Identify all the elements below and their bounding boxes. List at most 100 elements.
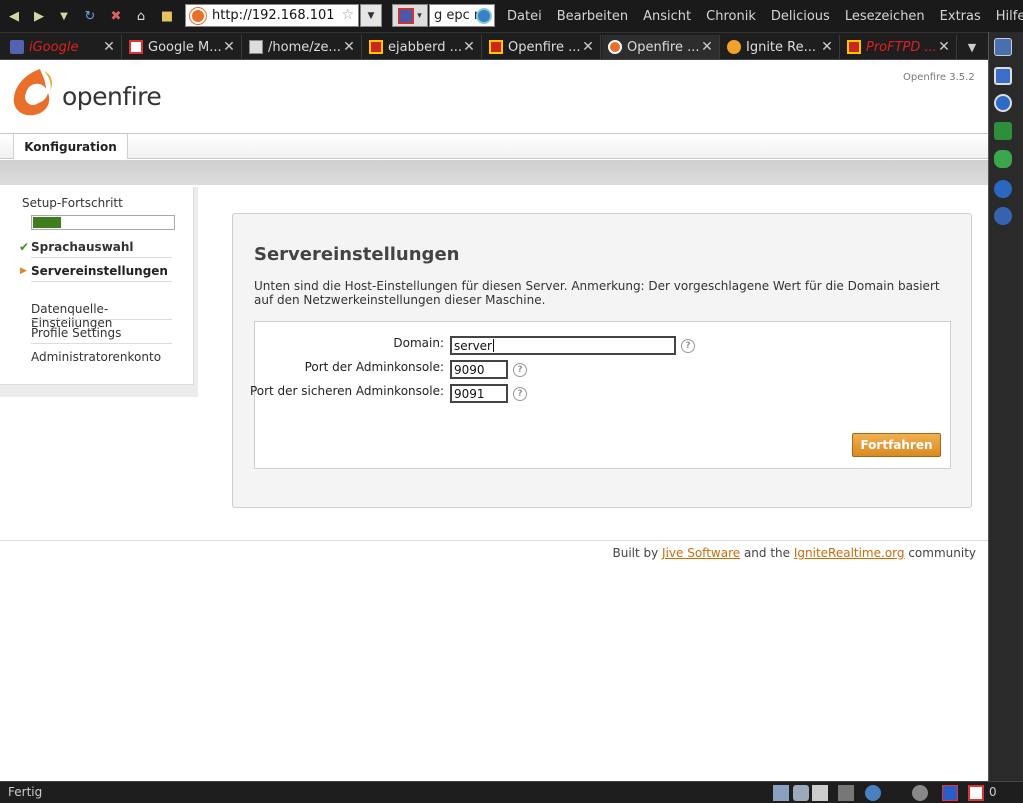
help-icon[interactable]: ?: [513, 363, 527, 377]
reload-icon[interactable]: ↻: [78, 4, 102, 28]
back-icon[interactable]: ◀: [2, 4, 26, 28]
tab-ignite[interactable]: Ignite Re... ✕: [721, 35, 840, 59]
igoogle-icon: [10, 40, 24, 54]
page-title: Servereinstellungen: [254, 244, 460, 265]
home-icon[interactable]: ⌂: [129, 4, 153, 28]
close-icon[interactable]: ✕: [102, 39, 116, 55]
tab-openfire-1[interactable]: Openfire ... ✕: [483, 35, 601, 59]
tab-openfire-2[interactable]: Openfire ... ✕: [602, 35, 720, 59]
search-input[interactable]: g epc r: [429, 4, 495, 27]
divider: [31, 319, 172, 320]
search-engine-selector[interactable]: ▾: [392, 4, 428, 27]
top-navigation: Konfiguration: [0, 133, 988, 159]
page-description: Unten sind die Host-Einstellungen für di…: [254, 279, 940, 307]
divider: [31, 343, 172, 344]
footer-divider: [0, 540, 988, 541]
browser-toolbar: ◀ ▶ ▼ ↻ ✖ ⌂ ■ http://192.168.101 ☆ ▼ ▾ g…: [0, 0, 1023, 32]
sidebar-toggle-icon[interactable]: [994, 38, 1012, 56]
help-icon[interactable]: ?: [681, 339, 695, 353]
network-icon[interactable]: [865, 785, 881, 801]
history-icon[interactable]: [994, 94, 1012, 112]
menu-hilfe[interactable]: Hilfe: [996, 9, 1023, 24]
ejabberd-icon: [369, 40, 383, 54]
tab-label: Openfire ...: [508, 39, 581, 55]
menu-delicious[interactable]: Delicious: [771, 9, 830, 24]
step-datenquelle[interactable]: Datenquelle- Einstellungen: [31, 288, 112, 330]
status-bar: Fertig 0: [0, 781, 1023, 803]
window-icon[interactable]: [773, 785, 789, 801]
tab-ejabberd[interactable]: ejabberd ... ✕: [363, 35, 482, 59]
admin-port-field[interactable]: 9090: [450, 360, 508, 379]
step-profile-settings[interactable]: Profile Settings: [31, 326, 121, 340]
site-favicon-icon: [190, 8, 206, 24]
web-page: openfire Openfire 3.5.2 Konfiguration Se…: [0, 60, 988, 781]
close-icon[interactable]: ✕: [937, 39, 951, 55]
domain-field[interactable]: server: [450, 336, 676, 355]
openfire-icon: [489, 40, 503, 54]
tab-home-folder[interactable]: /home/ze... ✕: [243, 35, 362, 59]
snowflake-icon[interactable]: [793, 785, 809, 801]
divider: [31, 257, 172, 258]
s-addon-icon[interactable]: [942, 785, 958, 801]
close-icon[interactable]: ✕: [700, 39, 714, 55]
chevron-down-icon: ▾: [417, 10, 422, 21]
tab-list-icon[interactable]: ▼: [960, 37, 984, 57]
help-icon[interactable]: ?: [513, 387, 527, 401]
addons-icon[interactable]: [994, 150, 1012, 168]
tab-label: /home/ze...: [268, 39, 341, 55]
footer-middle: and the: [740, 546, 794, 560]
mail-icon[interactable]: [812, 785, 828, 801]
setup-progress-bar: [31, 215, 175, 230]
secure-admin-port-field[interactable]: 9091: [450, 384, 508, 403]
stop-icon[interactable]: ✖: [104, 4, 128, 28]
url-bar[interactable]: http://192.168.101 ☆: [185, 4, 359, 27]
downloads-icon[interactable]: [994, 122, 1012, 140]
footer: Built by Jive Software and the IgniteRea…: [612, 546, 976, 560]
history-dropdown-icon[interactable]: ▼: [52, 4, 76, 28]
menu-lesezeichen[interactable]: Lesezeichen: [845, 9, 925, 24]
tab-proftpd[interactable]: ProFTPD ... ✕: [841, 35, 957, 59]
pen-icon[interactable]: [838, 785, 854, 801]
monkey-icon[interactable]: [912, 785, 928, 801]
admin-port-label: Port der Adminkonsole:: [304, 360, 444, 374]
close-icon[interactable]: ✕: [222, 39, 236, 55]
footer-suffix: community: [904, 546, 976, 560]
arrow-right-icon: ▶: [20, 266, 27, 276]
tab-konfiguration[interactable]: Konfiguration: [13, 134, 128, 159]
settings-icon[interactable]: [994, 180, 1012, 198]
menu-ansicht[interactable]: Ansicht: [643, 9, 691, 24]
menu-extras[interactable]: Extras: [940, 9, 981, 24]
bookmarks-icon[interactable]: [994, 67, 1012, 85]
checkmark-icon: ✔: [19, 240, 30, 254]
menu-bar: Datei Bearbeiten Ansicht Chronik Delicio…: [507, 0, 1023, 32]
menu-chronik[interactable]: Chronik: [706, 9, 756, 24]
menu-bearbeiten[interactable]: Bearbeiten: [557, 9, 628, 24]
url-dropdown-icon[interactable]: ▼: [360, 4, 382, 27]
setup-progress-box: Setup-Fortschritt ✔ Sprachauswahl ▶ Serv…: [0, 187, 194, 385]
close-icon[interactable]: ✕: [581, 39, 595, 55]
close-icon[interactable]: ✕: [820, 39, 834, 55]
gmail-icon[interactable]: [968, 785, 984, 801]
text-cursor: [493, 339, 494, 352]
menu-datei[interactable]: Datei: [507, 9, 542, 24]
step-administratorenkonto[interactable]: Administratorenkonto: [31, 350, 161, 364]
igniterealtime-link[interactable]: IgniteRealtime.org: [794, 546, 905, 560]
jive-software-link[interactable]: Jive Software: [662, 546, 740, 560]
divider: [31, 281, 172, 282]
bookmark-folder-icon[interactable]: ■: [155, 4, 179, 28]
close-icon[interactable]: ✕: [342, 39, 356, 55]
step-sprachauswahl[interactable]: ✔ Sprachauswahl: [19, 240, 134, 254]
info-icon[interactable]: [994, 207, 1012, 225]
tab-igoogle[interactable]: iGoogle ✕: [4, 35, 122, 59]
bookmark-star-icon[interactable]: ☆: [341, 7, 354, 23]
search-icon[interactable]: [476, 8, 492, 24]
tab-gmail[interactable]: Google M... ✕: [123, 35, 242, 59]
close-icon[interactable]: ✕: [462, 39, 476, 55]
step-servereinstellungen[interactable]: ▶ Servereinstellungen: [20, 264, 168, 278]
continue-button[interactable]: Fortfahren: [852, 433, 941, 457]
tab-label: ejabberd ...: [388, 39, 462, 55]
admin-port-value: 9090: [454, 362, 485, 377]
tab-label: iGoogle: [29, 39, 79, 55]
forward-icon[interactable]: ▶: [27, 4, 51, 28]
domain-value: server: [454, 338, 492, 353]
